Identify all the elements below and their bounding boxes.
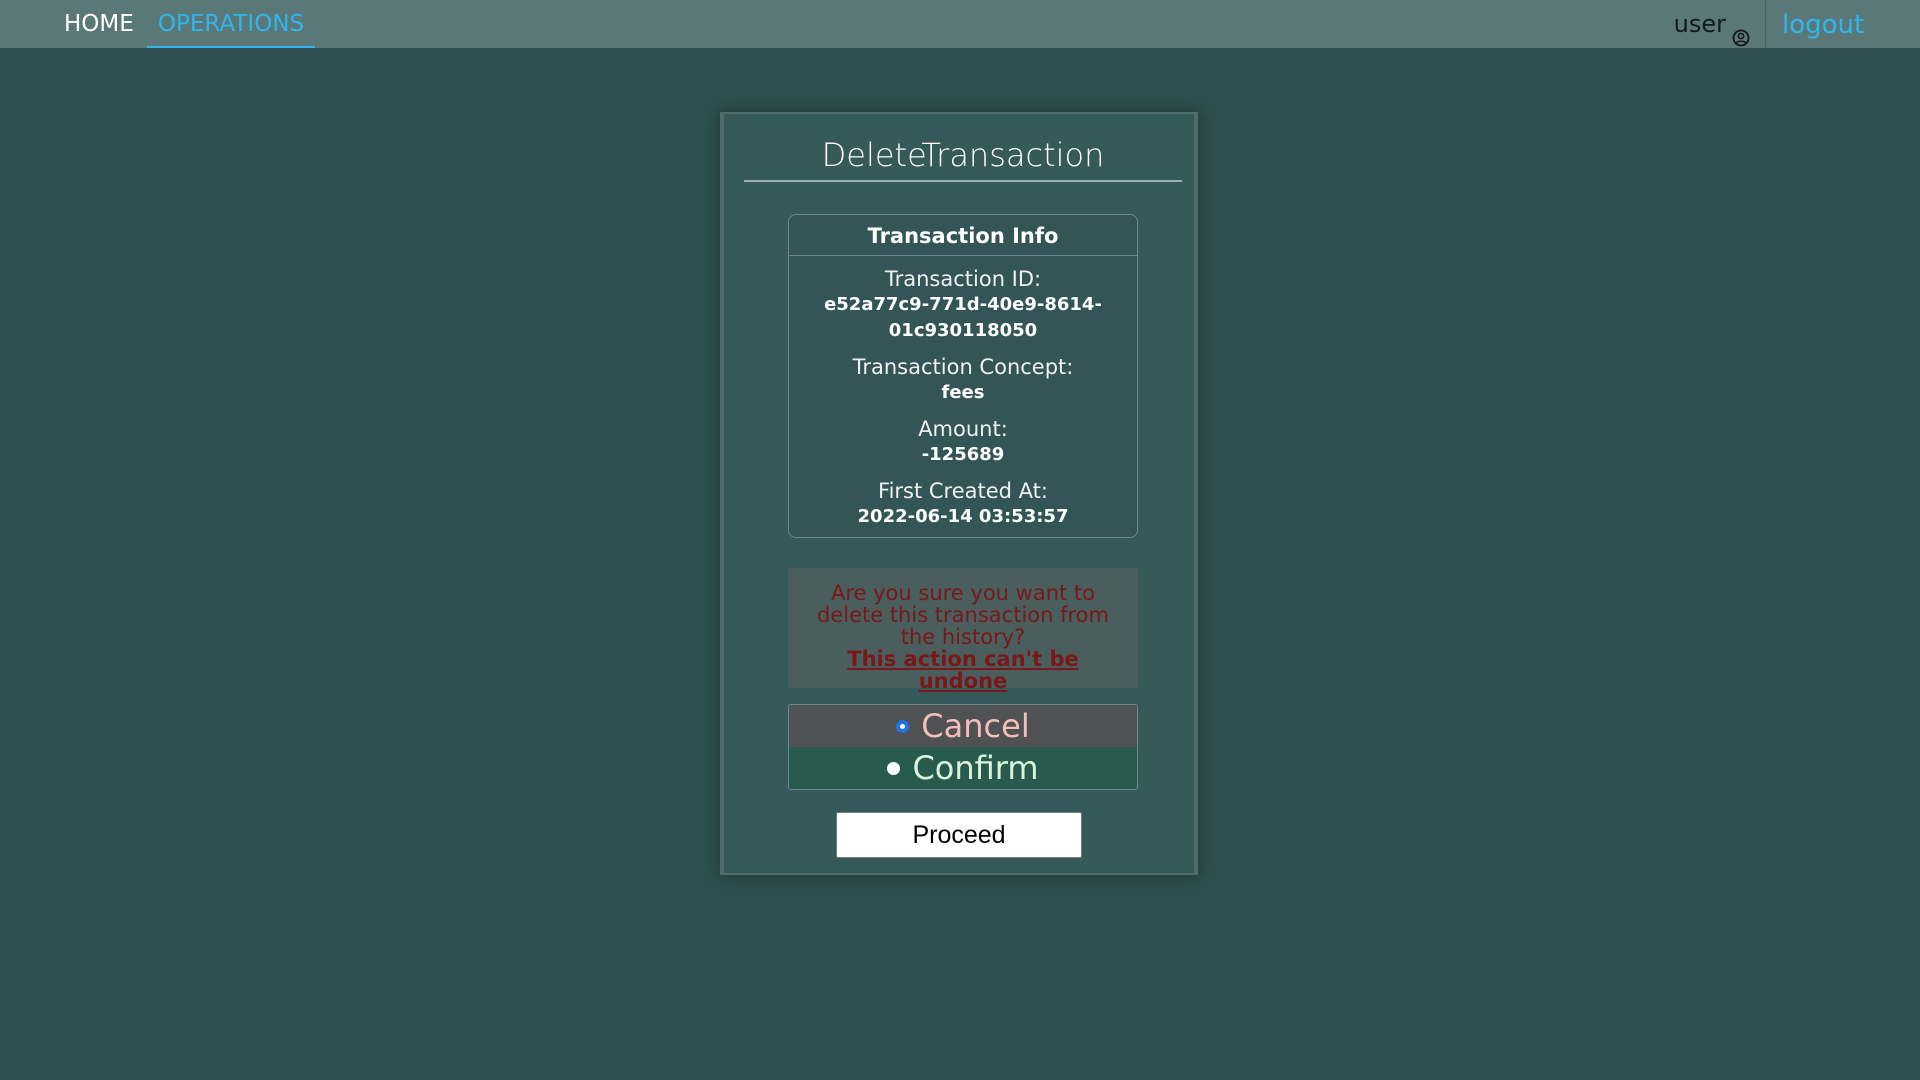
created-at-value: 2022-06-14 03:53:57 xyxy=(857,506,1069,527)
delete-transaction-card: DeleteTransaction Transaction Info Trans… xyxy=(720,112,1198,875)
nav-home-link[interactable]: HOME xyxy=(64,0,134,46)
user-circle-icon xyxy=(1732,15,1750,47)
transaction-id-value-line2: 01c930118050 xyxy=(888,320,1038,341)
warning-text: Are you sure you want to delete this tra… xyxy=(816,581,1109,649)
user-label: user xyxy=(1673,10,1726,38)
transaction-concept-label: Transaction Concept: xyxy=(852,355,1074,379)
proceed-button[interactable]: Proceed xyxy=(836,812,1082,858)
page-title: DeleteTransaction xyxy=(744,130,1182,182)
transaction-id-value-line1: e52a77c9-771d-40e9-8614- xyxy=(824,294,1102,315)
delete-warning: Are you sure you want to delete this tra… xyxy=(788,568,1138,692)
action-options: Cancel Confirm xyxy=(788,704,1138,790)
created-at-label: First Created At: xyxy=(878,479,1048,503)
transaction-concept-value: fees xyxy=(941,382,985,403)
amount-row: Amount: -125689 xyxy=(789,416,1137,468)
transaction-info-header: Transaction Info xyxy=(789,215,1137,256)
amount-label: Amount: xyxy=(918,417,1008,441)
transaction-id-row: Transaction ID: e52a77c9-771d-40e9-8614-… xyxy=(789,266,1137,344)
warning-emphasis: This action can't be undone xyxy=(847,647,1079,693)
cancel-option[interactable]: Cancel xyxy=(789,705,1137,747)
nav-operations-link[interactable]: OPERATIONS xyxy=(147,0,315,48)
cancel-radio[interactable] xyxy=(896,719,910,733)
confirm-radio[interactable] xyxy=(887,761,901,775)
transaction-info-panel: Transaction Info Transaction ID: e52a77c… xyxy=(788,214,1138,538)
transaction-id-label: Transaction ID: xyxy=(884,267,1042,291)
nav-divider xyxy=(1765,0,1766,48)
confirm-option[interactable]: Confirm xyxy=(789,747,1137,789)
created-at-row: First Created At: 2022-06-14 03:53:57 xyxy=(789,478,1137,530)
confirm-option-label: Confirm xyxy=(912,749,1039,787)
top-navbar: HOME OPERATIONS user logout xyxy=(0,0,1920,48)
logout-link[interactable]: logout xyxy=(1782,0,1864,48)
cancel-option-label: Cancel xyxy=(921,707,1030,745)
amount-value: -125689 xyxy=(921,444,1005,465)
transaction-concept-row: Transaction Concept: fees xyxy=(789,354,1137,406)
user-menu[interactable]: user xyxy=(1674,0,1750,48)
